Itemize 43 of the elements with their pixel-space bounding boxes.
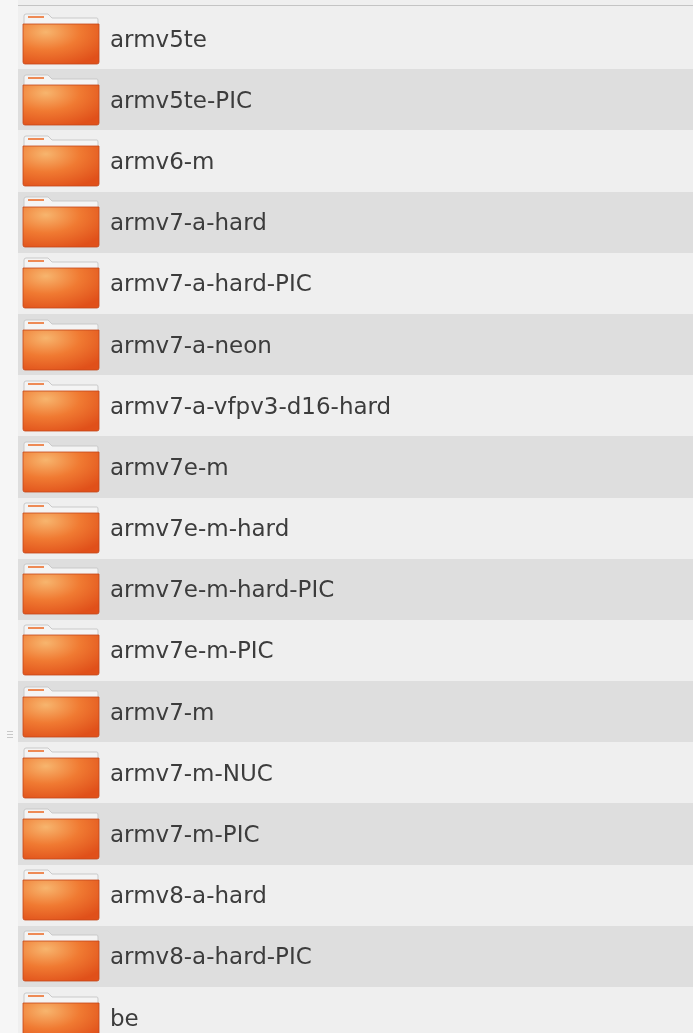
folder-name: be [110, 1004, 139, 1031]
folder-icon [22, 12, 100, 65]
folder-name: armv7-a-hard [110, 209, 267, 236]
folder-name: armv7-m [110, 698, 215, 725]
folder-name: armv7e-m-hard [110, 515, 290, 542]
folder-row[interactable]: armv8-a-hard-PIC [18, 925, 693, 987]
folder-row[interactable]: armv7-m-PIC [18, 803, 693, 865]
folder-name: armv5te-PIC [110, 86, 252, 113]
folder-icon [22, 930, 100, 983]
folder-icon [22, 134, 100, 187]
folder-icon [22, 869, 100, 922]
folder-name: armv7e-m-PIC [110, 637, 274, 664]
folder-icon [22, 624, 100, 677]
folder-icon [22, 991, 100, 1033]
folder-icon [22, 746, 100, 799]
folder-icon [22, 73, 100, 126]
folder-name: armv8-a-hard [110, 882, 267, 909]
folder-name: armv7-m-NUC [110, 759, 273, 786]
folder-icon [22, 379, 100, 432]
folder-icon [22, 808, 100, 861]
folder-name: armv7-a-vfpv3-d16-hard [110, 392, 392, 419]
folder-row[interactable]: armv7-a-hard [18, 191, 693, 253]
folder-name: armv7e-m-hard-PIC [110, 576, 335, 603]
grip-icon[interactable] [7, 731, 13, 738]
folder-name: armv7-m-PIC [110, 821, 260, 848]
folder-icon [22, 502, 100, 555]
folder-name: armv7e-m [110, 453, 229, 480]
folder-row[interactable]: armv7-a-neon [18, 313, 693, 376]
folder-icon [22, 685, 100, 738]
folder-icon [22, 563, 100, 616]
folder-name: armv5te [110, 25, 207, 52]
folder-row[interactable]: armv7e-m-hard-PIC [18, 558, 693, 620]
folder-row[interactable]: armv5te-PIC [18, 69, 693, 131]
folder-icon [22, 318, 100, 371]
folder-icon [22, 196, 100, 249]
folder-name: armv8-a-hard-PIC [110, 943, 312, 970]
folder-icon [22, 257, 100, 310]
folder-name: armv7-a-neon [110, 331, 272, 358]
folder-row[interactable]: armv7e-m [18, 436, 693, 498]
folder-name: armv7-a-hard-PIC [110, 270, 312, 297]
folder-name: armv6-m [110, 147, 215, 174]
folder-icon [22, 440, 100, 493]
folder-row[interactable]: armv7-m [18, 681, 693, 743]
